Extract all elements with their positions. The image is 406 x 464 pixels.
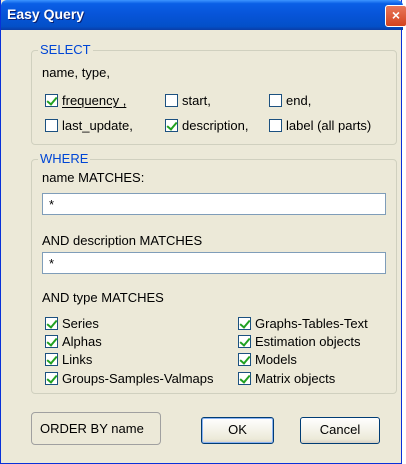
- checkbox-last-update[interactable]: last_update,: [45, 118, 133, 133]
- checkbox-type-series-label: Series: [62, 316, 99, 331]
- checkbox-description[interactable]: description,: [165, 118, 248, 133]
- select-group: SELECT name, type, frequency , start, en…: [31, 42, 397, 145]
- easy-query-dialog: Easy Query × SELECT name, type, frequenc…: [0, 0, 406, 464]
- checkbox-type-models-label: Models: [255, 352, 297, 367]
- select-legend: SELECT: [38, 42, 93, 57]
- checkbox-label-all-parts-box[interactable]: [269, 119, 282, 132]
- checkbox-type-groups-samples-valmaps-box[interactable]: [45, 372, 58, 385]
- checkbox-start-box[interactable]: [165, 94, 178, 107]
- description-matches-label: AND description MATCHES: [42, 233, 203, 248]
- checkbox-description-label: description,: [182, 118, 249, 133]
- checkbox-frequency[interactable]: frequency ,: [45, 93, 126, 108]
- checkbox-type-series[interactable]: Series: [45, 316, 99, 331]
- type-matches-label: AND type MATCHES: [42, 290, 164, 305]
- checkbox-type-estimation-objects-box[interactable]: [238, 335, 251, 348]
- checkbox-type-matrix-objects-label: Matrix objects: [255, 371, 336, 386]
- checkbox-type-graphs-tables-text-box[interactable]: [238, 317, 251, 330]
- checkbox-type-links[interactable]: Links: [45, 352, 92, 367]
- checkbox-type-matrix-objects[interactable]: Matrix objects: [238, 371, 335, 386]
- checkbox-description-box[interactable]: [165, 119, 178, 132]
- order-by-field[interactable]: ORDER BY name: [31, 412, 161, 445]
- where-legend: WHERE: [38, 151, 91, 166]
- checkbox-type-graphs-tables-text[interactable]: Graphs-Tables-Text: [238, 316, 368, 331]
- checkbox-label-all-parts-label: label (all parts): [286, 118, 372, 133]
- description-matches-input[interactable]: *: [42, 252, 386, 274]
- cancel-button[interactable]: Cancel: [300, 417, 380, 444]
- checkbox-type-graphs-tables-text-label: Graphs-Tables-Text: [255, 316, 368, 331]
- checkbox-type-alphas-label: Alphas: [62, 334, 102, 349]
- checkbox-label-all-parts[interactable]: label (all parts): [269, 118, 371, 133]
- checkbox-last-update-label: last_update,: [62, 118, 133, 133]
- checkbox-type-alphas-box[interactable]: [45, 335, 58, 348]
- checkbox-start[interactable]: start,: [165, 93, 211, 108]
- checkbox-frequency-box[interactable]: [45, 94, 58, 107]
- select-fixed-fields: name, type,: [42, 65, 110, 80]
- name-matches-label: name MATCHES:: [42, 170, 145, 185]
- ok-button[interactable]: OK: [201, 417, 274, 444]
- checkbox-type-series-box[interactable]: [45, 317, 58, 330]
- checkbox-type-links-box[interactable]: [45, 353, 58, 366]
- checkbox-type-groups-samples-valmaps[interactable]: Groups-Samples-Valmaps: [45, 371, 213, 386]
- window-title: Easy Query: [7, 6, 85, 22]
- checkbox-type-groups-samples-valmaps-label: Groups-Samples-Valmaps: [62, 371, 214, 386]
- checkbox-type-estimation-objects[interactable]: Estimation objects: [238, 334, 361, 349]
- checkbox-start-label: start,: [182, 93, 211, 108]
- checkbox-frequency-label: frequency ,: [62, 93, 127, 108]
- checkbox-type-links-label: Links: [62, 352, 93, 367]
- checkbox-type-models[interactable]: Models: [238, 352, 297, 367]
- title-bar[interactable]: Easy Query ×: [1, 0, 406, 30]
- checkbox-type-models-box[interactable]: [238, 353, 251, 366]
- checkbox-type-matrix-objects-box[interactable]: [238, 372, 251, 385]
- checkbox-end-label: end,: [286, 93, 312, 108]
- checkbox-type-estimation-objects-label: Estimation objects: [255, 334, 361, 349]
- where-group: WHERE name MATCHES: * AND description MA…: [31, 151, 397, 394]
- checkbox-type-alphas[interactable]: Alphas: [45, 334, 102, 349]
- close-icon[interactable]: ×: [385, 5, 406, 27]
- checkbox-last-update-box[interactable]: [45, 119, 58, 132]
- checkbox-end[interactable]: end,: [269, 93, 311, 108]
- checkbox-end-box[interactable]: [269, 94, 282, 107]
- name-matches-input[interactable]: *: [42, 193, 386, 215]
